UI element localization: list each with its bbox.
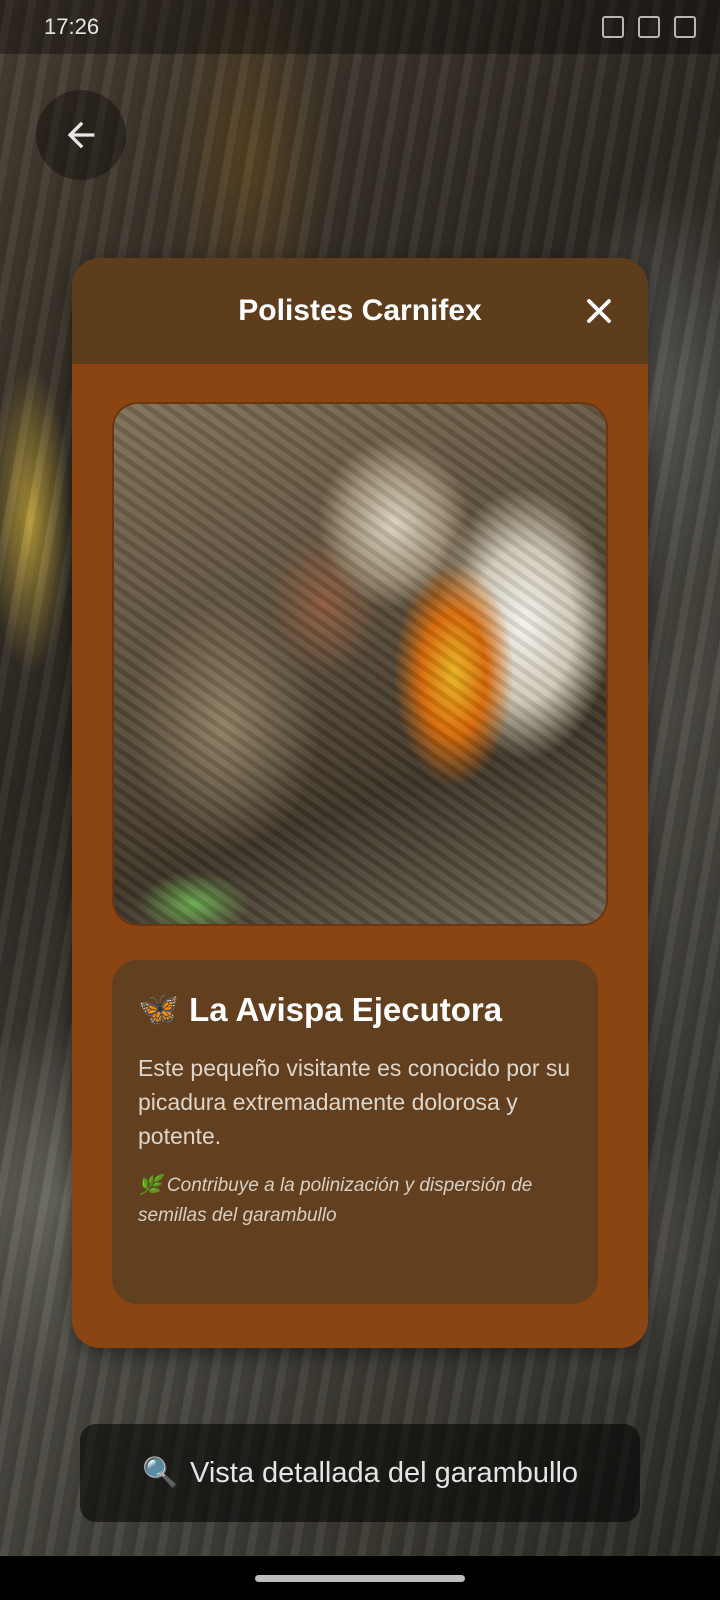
status-icons [602,16,696,38]
info-heading-text: La Avispa Ejecutora [189,990,503,1028]
modal-title: Polistes Carnifex [238,294,482,327]
butterfly-icon: 🦋 [138,990,180,1027]
status-bar: 17:26 [0,0,720,54]
info-card: 🦋 La Avispa Ejecutora Este pequeño visit… [112,960,598,1304]
status-time: 17:26 [44,14,100,39]
home-handle[interactable] [255,1574,465,1582]
species-photo [112,402,608,926]
info-note: 🌿 Contribuye a la polinización y dispers… [138,1175,533,1226]
info-heading: 🦋 La Avispa Ejecutora [138,990,572,1029]
back-button[interactable] [36,90,126,180]
back-arrow-icon [67,121,95,149]
close-icon [587,299,611,323]
search-icon: 🔍 [141,1457,179,1489]
navigation-bar [0,1556,720,1600]
modal-header: Polistes Carnifex [72,258,648,364]
info-description: Este pequeño visitante es conocido por s… [138,1055,571,1149]
banner-text: Vista detallada del garambullo [190,1456,579,1489]
battery-icon [674,16,696,38]
signal-icon [638,16,660,38]
detail-view-banner: 🔍 Vista detallada del garambullo [80,1424,640,1522]
species-modal: Polistes Carnifex 🦋 La Avispa Ejecutora … [72,258,648,1348]
close-button[interactable] [574,286,624,336]
notification-icon [602,16,624,38]
